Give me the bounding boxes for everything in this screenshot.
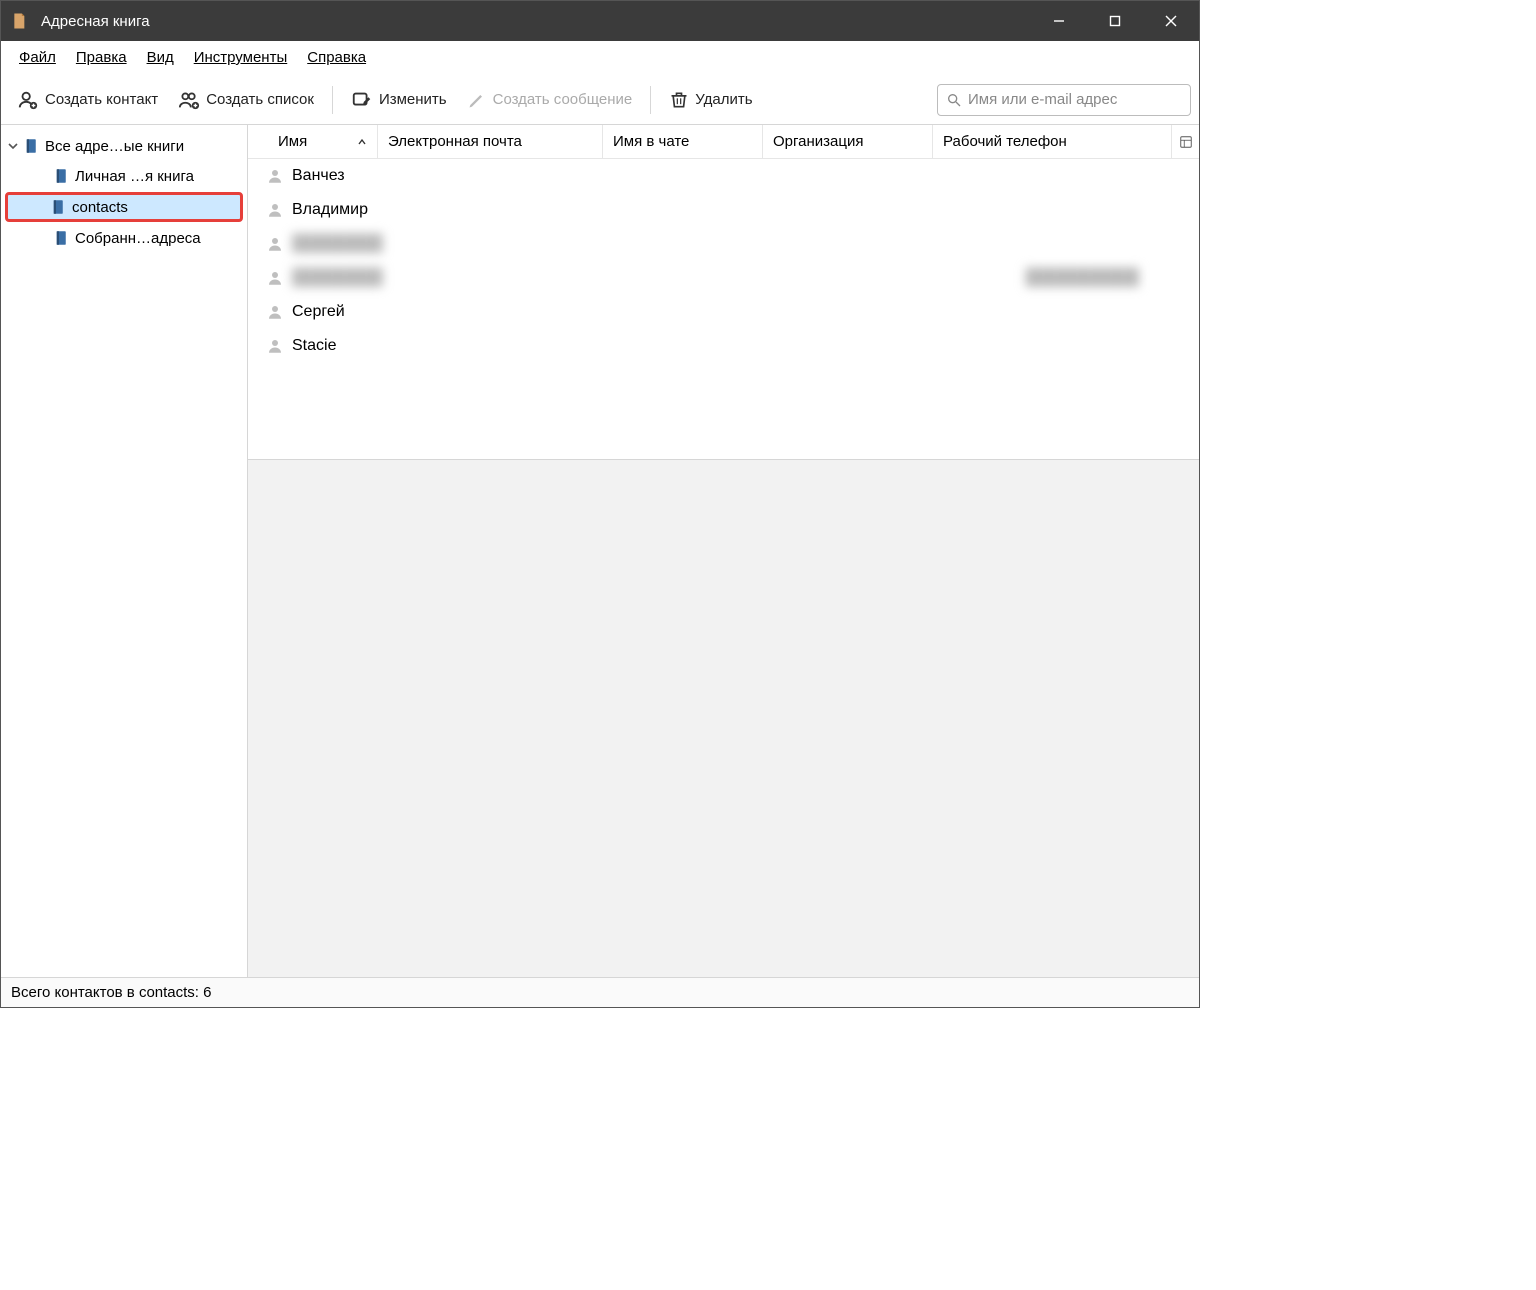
chevron-down-icon xyxy=(7,140,19,152)
contact-row[interactable]: Владимир xyxy=(248,193,1199,227)
menu-file[interactable]: Файл xyxy=(9,45,66,70)
contact-name: Ванчез xyxy=(292,167,642,185)
contact-name: Stacie xyxy=(292,337,642,355)
contact-name: Сергей xyxy=(292,303,642,321)
tree-item-label: Личная …я книга xyxy=(75,168,194,185)
edit-button[interactable]: Изменить xyxy=(343,85,455,115)
contact-row[interactable]: Stacie xyxy=(248,329,1199,363)
column-picker-button[interactable] xyxy=(1171,125,1199,158)
column-phone[interactable]: Рабочий телефон xyxy=(933,125,1171,158)
contact-row[interactable]: Ванчез xyxy=(248,159,1199,193)
sort-asc-icon xyxy=(357,137,367,147)
contact-row[interactable]: ██████████████████ xyxy=(248,261,1199,295)
contact-row[interactable]: Сергей xyxy=(248,295,1199,329)
book-icon xyxy=(50,198,68,216)
delete-button[interactable]: Удалить xyxy=(661,86,760,114)
column-name-label: Имя xyxy=(278,133,307,150)
tree-root[interactable]: Все адре…ые книги xyxy=(1,131,247,161)
tree-item-label: Собранн…адреса xyxy=(75,230,201,247)
tree-item-contacts[interactable]: contacts xyxy=(5,192,243,222)
column-org-label: Организация xyxy=(773,133,863,150)
sidebar: Все адре…ые книги Личная …я книга contac… xyxy=(1,125,248,977)
column-headers: Имя Электронная почта Имя в чате Организ… xyxy=(248,125,1199,159)
tree-item-collected[interactable]: Собранн…адреса xyxy=(1,223,247,253)
person-icon xyxy=(266,303,284,321)
edit-card-icon xyxy=(351,89,373,111)
person-icon xyxy=(266,337,284,355)
statusbar: Всего контактов в contacts: 6 xyxy=(1,977,1199,1007)
status-text: Всего контактов в contacts: 6 xyxy=(11,984,212,1001)
menu-edit[interactable]: Правка xyxy=(66,45,137,70)
contact-phone: ██████████ xyxy=(1026,269,1139,287)
new-contact-button[interactable]: Создать контакт xyxy=(9,85,166,115)
content-pane: Имя Электронная почта Имя в чате Организ… xyxy=(248,125,1199,977)
pencil-icon xyxy=(467,90,487,110)
column-org[interactable]: Организация xyxy=(763,125,933,158)
book-icon xyxy=(53,167,71,185)
toolbar-separator xyxy=(650,86,651,114)
people-plus-icon xyxy=(178,89,200,111)
person-icon xyxy=(266,201,284,219)
compose-button[interactable]: Создать сообщение xyxy=(459,86,641,114)
menu-view[interactable]: Вид xyxy=(137,45,184,70)
contact-list: ВанчезВладимир██████████████████████████… xyxy=(248,159,1199,459)
column-email-label: Электронная почта xyxy=(388,133,522,150)
menu-tools[interactable]: Инструменты xyxy=(184,45,298,70)
search-input[interactable] xyxy=(968,91,1182,108)
delete-label: Удалить xyxy=(695,91,752,108)
contact-name: Владимир xyxy=(292,201,642,219)
maximize-button[interactable] xyxy=(1087,1,1143,41)
book-icon xyxy=(53,229,71,247)
column-email[interactable]: Электронная почта xyxy=(378,125,603,158)
tree-root-label: Все адре…ые книги xyxy=(45,138,184,155)
column-chat[interactable]: Имя в чате xyxy=(603,125,763,158)
toolbar: Создать контакт Создать список Изменить … xyxy=(1,75,1199,125)
contact-name: ████████ xyxy=(292,235,642,253)
minimize-button[interactable] xyxy=(1031,1,1087,41)
contact-row[interactable]: ████████ xyxy=(248,227,1199,261)
menu-help[interactable]: Справка xyxy=(297,45,376,70)
main-area: Все адре…ые книги Личная …я книга contac… xyxy=(1,125,1199,977)
edit-label: Изменить xyxy=(379,91,447,108)
new-list-button[interactable]: Создать список xyxy=(170,85,322,115)
close-button[interactable] xyxy=(1143,1,1199,41)
column-chat-label: Имя в чате xyxy=(613,133,689,150)
toolbar-separator xyxy=(332,86,333,114)
contact-name: ████████ xyxy=(292,269,642,287)
new-contact-label: Создать контакт xyxy=(45,91,158,108)
search-field[interactable] xyxy=(937,84,1191,116)
person-icon xyxy=(266,269,284,287)
search-icon xyxy=(946,92,968,108)
tree-item-label: contacts xyxy=(72,199,128,216)
window-title: Адресная книга xyxy=(41,13,1031,30)
menubar: Файл Правка Вид Инструменты Справка xyxy=(1,41,1199,75)
column-phone-label: Рабочий телефон xyxy=(943,133,1067,150)
column-name[interactable]: Имя xyxy=(248,125,378,158)
new-list-label: Создать список xyxy=(206,91,314,108)
window-controls xyxy=(1031,1,1199,41)
book-icon xyxy=(23,137,41,155)
tree-item-personal[interactable]: Личная …я книга xyxy=(1,161,247,191)
trash-icon xyxy=(669,90,689,110)
person-icon xyxy=(266,167,284,185)
person-icon xyxy=(266,235,284,253)
compose-label: Создать сообщение xyxy=(493,91,633,108)
details-pane xyxy=(248,459,1199,977)
app-icon xyxy=(11,11,31,31)
titlebar: Адресная книга xyxy=(1,1,1199,41)
person-plus-icon xyxy=(17,89,39,111)
